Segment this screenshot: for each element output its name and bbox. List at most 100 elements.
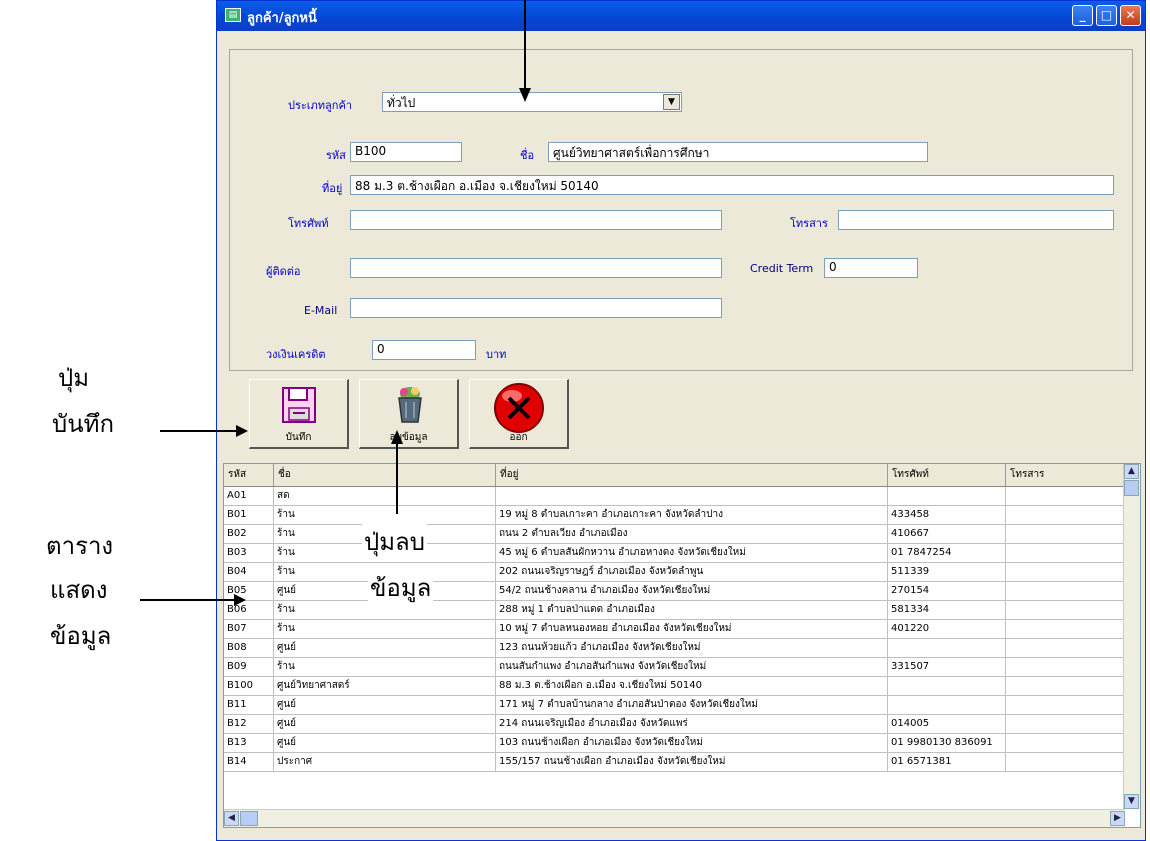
table-cell: 10 หมู่ 7 ตำบลหนองหอย อำเภอเมือง จังหวัด… [496, 620, 888, 638]
column-header-fax[interactable]: โทรสาร [1006, 464, 1125, 486]
scroll-down-icon[interactable]: ▼ [1124, 794, 1139, 809]
minimize-button[interactable]: _ [1072, 5, 1093, 26]
table-row[interactable]: B09 ร้าน ถนนสันกำแพง อำเภอสันกำแพง จังหวัด… [224, 658, 1125, 677]
table-cell: 88 ม.3 ต.ช้างเผือก อ.เมือง จ.เชียงใหม่ 5… [496, 677, 888, 695]
table-cell [888, 487, 1006, 505]
table-cell: 202 ถนนเจริญราษฎร์ อำเภอเมือง จังหวัดลำพ… [496, 563, 888, 581]
table-cell [496, 487, 888, 505]
table-cell: ประกาศ [274, 753, 496, 771]
table-row[interactable]: B03 ร้าน 45 หมู่ 6 ตำบลสันผักหวาน อำเภอหาง… [224, 544, 1125, 563]
table-cell: ศูนย์ [274, 715, 496, 733]
table-cell: 331507 [888, 658, 1006, 676]
chevron-down-icon[interactable]: ▼ [663, 94, 680, 110]
table-cell: ร้าน [274, 620, 496, 638]
table-cell: 288 หมู่ 1 ตำบลป่าแดด อำเภอเมือง [496, 601, 888, 619]
table-cell: B05 [224, 582, 274, 600]
vertical-scrollbar[interactable]: ▲ ▼ [1123, 464, 1140, 809]
horizontal-scrollbar[interactable]: ◀ ▶ [224, 809, 1125, 827]
table-row[interactable]: B06 ร้าน 288 หมู่ 1 ตำบลป่าแดด อำเภอเมือง 5… [224, 601, 1125, 620]
contact-field[interactable] [350, 258, 722, 278]
customer-type-label: ประเภทลูกค้า [288, 99, 352, 112]
table-cell [888, 696, 1006, 714]
table-cell: B03 [224, 544, 274, 562]
email-label: E-Mail [304, 304, 338, 317]
name-label: ชื่อ [520, 149, 535, 162]
annotation-save-line1: ปุ่ม [58, 364, 90, 392]
credit-term-field[interactable]: 0 [824, 258, 918, 278]
annotation-delete-line2: ข้อมูล [368, 568, 434, 607]
table-row[interactable]: B13 ศูนย์ 103 ถนนช้างเผือก อำเภอเมือง จังห… [224, 734, 1125, 753]
exit-button[interactable]: ออก [469, 379, 569, 449]
scroll-up-icon[interactable]: ▲ [1124, 464, 1139, 479]
table-row[interactable]: B07 ร้าน 10 หมู่ 7 ตำบลหนองหอย อำเภอเมือง … [224, 620, 1125, 639]
table-row[interactable]: A01 สด [224, 487, 1125, 506]
table-cell [1006, 696, 1125, 714]
annotation-table-line3: ข้อมูล [50, 622, 112, 650]
column-header-phone[interactable]: โทรศัพท์ [888, 464, 1006, 486]
table-row[interactable]: B100 ศูนย์วิทยาศาสตร์ 88 ม.3 ต.ช้างเผือก อ… [224, 677, 1125, 696]
table-cell: B13 [224, 734, 274, 752]
close-button[interactable]: ✕ [1120, 5, 1141, 26]
table-cell: B09 [224, 658, 274, 676]
table-cell: ศูนย์ [274, 696, 496, 714]
save-button[interactable]: บันทึก [249, 379, 349, 449]
annotation-table-line2: แสดง [50, 576, 108, 604]
credit-limit-label: วงเงินเครดิต [266, 348, 326, 361]
table-cell: 270154 [888, 582, 1006, 600]
trash-can-icon [398, 387, 422, 423]
customer-type-select[interactable]: ทั่วไป ▼ [382, 92, 682, 112]
table-cell: ศูนย์ [274, 639, 496, 657]
horizontal-scroll-thumb[interactable] [240, 811, 258, 826]
table-cell: ถนน 2 ตำบลเวียง อำเภอเมือง [496, 525, 888, 543]
column-header-address[interactable]: ที่อยู่ [496, 464, 888, 486]
name-field[interactable]: ศูนย์วิทยาศาสตร์เพื่อการศึกษา [548, 142, 928, 162]
fax-field[interactable] [838, 210, 1114, 230]
scroll-right-icon[interactable]: ▶ [1110, 811, 1125, 826]
table-cell: B08 [224, 639, 274, 657]
table-row[interactable]: B11 ศูนย์ 171 หมู่ 7 ตำบลบ้านกลาง อำเภอสัน… [224, 696, 1125, 715]
title-bar[interactable]: ▤ ลูกค้า/ลูกหนี้ _ □ ✕ [217, 1, 1145, 31]
table-cell: B11 [224, 696, 274, 714]
column-header-code[interactable]: รหัส [224, 464, 274, 486]
delete-button[interactable]: ลบข้อมูล [359, 379, 459, 449]
maximize-button[interactable]: □ [1096, 5, 1117, 26]
table-row[interactable]: B04 ร้าน 202 ถนนเจริญราษฎร์ อำเภอเมือง จัง… [224, 563, 1125, 582]
table-cell [1006, 563, 1125, 581]
table-cell: 155/157 ถนนช้างเผือก อำเภอเมือง จังหวัดเ… [496, 753, 888, 771]
floppy-disk-icon [282, 387, 316, 423]
table-cell [1006, 753, 1125, 771]
table-cell: 014005 [888, 715, 1006, 733]
table-cell [1006, 582, 1125, 600]
scroll-thumb[interactable] [1124, 480, 1139, 496]
table-cell [1006, 525, 1125, 543]
table-row[interactable]: B01 ร้าน 19 หมู่ 8 ตำบลเกาะคา อำเภอเกาะคา … [224, 506, 1125, 525]
table-row[interactable]: B14 ประกาศ 155/157 ถนนช้างเผือก อำเภอเมือง… [224, 753, 1125, 772]
table-cell: 171 หมู่ 7 ตำบลบ้านกลาง อำเภอสันป่าตอง จ… [496, 696, 888, 714]
table-row[interactable]: B05 ศูนย์ 54/2 ถนนช้างคลาน อำเภอเมือง จังห… [224, 582, 1125, 601]
phone-field[interactable] [350, 210, 722, 230]
table-row[interactable]: B12 ศูนย์ 214 ถนนเจริญเมือง อำเภอเมือง จัง… [224, 715, 1125, 734]
table-cell: B06 [224, 601, 274, 619]
table-cell [1006, 658, 1125, 676]
window-title: ลูกค้า/ลูกหนี้ [247, 11, 317, 26]
table-cell: 123 ถนนห้วยแก้ว อำเภอเมือง จังหวัดเชียงใ… [496, 639, 888, 657]
column-header-name[interactable]: ชื่อ [274, 464, 496, 486]
table-cell [1006, 715, 1125, 733]
scroll-left-icon[interactable]: ◀ [224, 811, 239, 826]
table-row[interactable]: B02 ร้าน ถนน 2 ตำบลเวียง อำเภอเมือง 410667 [224, 525, 1125, 544]
code-field[interactable]: B100 [350, 142, 462, 162]
table-cell: B100 [224, 677, 274, 695]
dropdown-pointer-line [524, 0, 526, 90]
credit-limit-field[interactable]: 0 [372, 340, 476, 360]
table-cell [1006, 677, 1125, 695]
table-cell [1006, 734, 1125, 752]
table-row[interactable]: B08 ศูนย์ 123 ถนนห้วยแก้ว อำเภอเมือง จังหว… [224, 639, 1125, 658]
app-icon: ▤ [225, 8, 241, 22]
table-cell [1006, 487, 1125, 505]
table-cell: ร้าน [274, 658, 496, 676]
customer-table[interactable]: รหัส ชื่อ ที่อยู่ โทรศัพท์ โทรสาร A01 สด B… [223, 463, 1141, 828]
table-cell [1006, 639, 1125, 657]
email-field[interactable] [350, 298, 722, 318]
address-field[interactable]: 88 ม.3 ต.ช้างเผือก อ.เมือง จ.เชียงใหม่ 5… [350, 175, 1114, 195]
table-cell [1006, 620, 1125, 638]
